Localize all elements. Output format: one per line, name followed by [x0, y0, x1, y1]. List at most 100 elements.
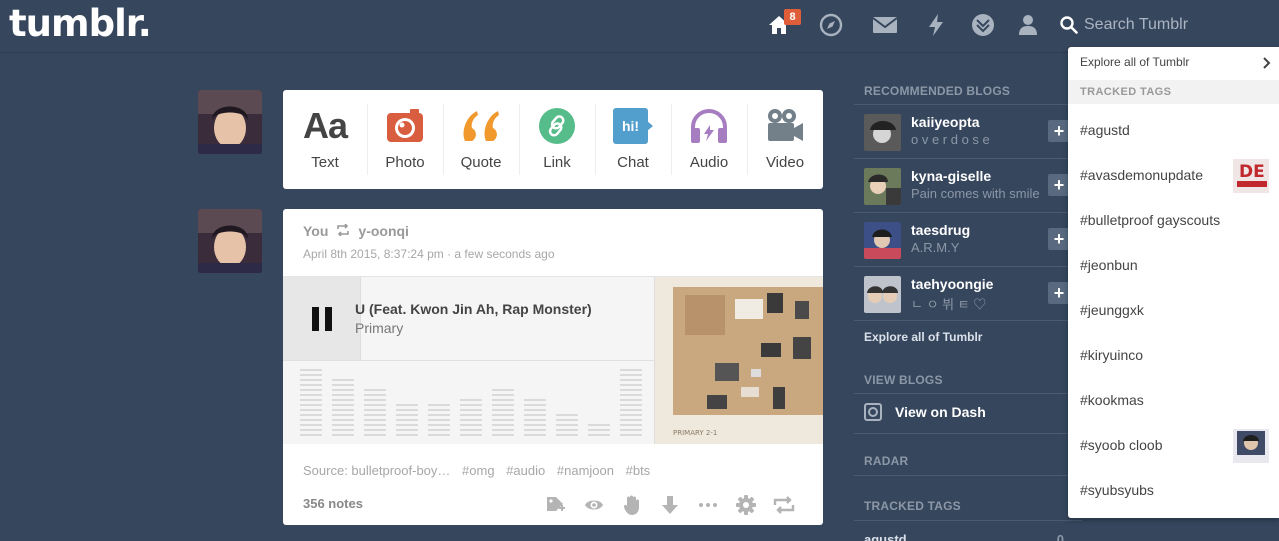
post-photo-button[interactable]: Photo	[367, 90, 443, 189]
dropdown-tag-item[interactable]: #avasdemonupdate DE	[1068, 153, 1279, 198]
dropdown-tag-item[interactable]: #bulletproof gayscouts	[1068, 198, 1279, 243]
eye-icon[interactable]	[575, 494, 613, 516]
follow-plus-button[interactable]: +	[1048, 282, 1070, 304]
search-dropdown: Explore all of Tumblr TRACKED TAGS #agus…	[1068, 47, 1279, 518]
pause-icon	[311, 306, 332, 331]
chevron-right-icon	[1263, 57, 1271, 69]
blog-avatar[interactable]	[864, 276, 901, 313]
post-date: April 8th 2015, 8:37:24 pm · a few secon…	[303, 247, 555, 261]
recommended-blog-item[interactable]: taehyoongie ㄴ ㅇ 뷔 ㅌ ♡ +	[854, 266, 1082, 320]
download-arrow-icon[interactable]	[651, 494, 689, 516]
top-nav: tumblr. 8 Search Tumblr	[0, 0, 1279, 53]
reblog-icon[interactable]	[765, 494, 803, 516]
tag-link[interactable]: #audio	[506, 463, 545, 478]
settings-gear-icon[interactable]	[727, 494, 765, 516]
pause-button[interactable]	[283, 277, 361, 360]
link-icon	[538, 107, 576, 145]
notes-count[interactable]: 356 notes	[303, 496, 363, 511]
recommended-blogs-heading: RECOMMENDED BLOGS	[864, 84, 1011, 98]
view-on-dash-label: View on Dash	[895, 404, 986, 420]
tag-link[interactable]: #bts	[626, 463, 651, 478]
hand-icon[interactable]	[613, 494, 651, 516]
dropdown-explore-link[interactable]: Explore all of Tumblr	[1068, 47, 1279, 80]
dropdown-tag-item[interactable]: #jeunggxk	[1068, 288, 1279, 333]
svg-text:PRIMARY 2-1: PRIMARY 2-1	[673, 429, 717, 437]
album-art: PRIMARY 2-1	[654, 277, 823, 444]
tag-link[interactable]: #namjoon	[557, 463, 614, 478]
blog-avatar[interactable]	[864, 114, 901, 151]
blog-avatar[interactable]	[864, 168, 901, 205]
post-link-button[interactable]: Link	[519, 90, 595, 189]
blog-name[interactable]: kyna-giselle	[911, 168, 991, 184]
post-source-link[interactable]: Source: bulletproof-boy…	[303, 463, 450, 478]
queue-tag-icon[interactable]	[537, 494, 575, 516]
divider	[854, 393, 1082, 394]
dropdown-tag-label: #syoob cloob	[1080, 437, 1163, 453]
view-on-dash-link[interactable]: View on Dash	[864, 403, 986, 421]
post-text-button[interactable]: Aa Text	[283, 90, 367, 189]
divider	[854, 433, 1082, 434]
divider	[854, 520, 1082, 521]
blog-subtitle: o v e r d o s e	[911, 132, 990, 147]
text-icon: Aa	[302, 105, 348, 146]
user-avatar[interactable]	[198, 90, 262, 154]
svg-text:DE: DE	[1239, 162, 1265, 182]
dropdown-tag-item[interactable]: #kookmas	[1068, 378, 1279, 423]
reblogged-from[interactable]: y-oonqi	[358, 223, 409, 239]
explore-compass-icon[interactable]	[818, 12, 844, 38]
recommended-blog-item[interactable]: taesdrug A.R.M.Y +	[854, 212, 1082, 266]
track-artist: Primary	[355, 320, 404, 336]
post-text-label: Text	[311, 154, 339, 171]
blog-subtitle: ㄴ ㅇ 뷔 ㅌ ♡	[911, 297, 987, 312]
blog-avatar[interactable]	[864, 222, 901, 259]
tag-thumbnail: DE	[1233, 159, 1269, 193]
dropdown-tag-item[interactable]: #syubsyubs	[1068, 468, 1279, 513]
recommended-blog-item[interactable]: kyna-giselle Pain comes with smile +	[854, 158, 1082, 212]
home-icon[interactable]: 8	[766, 9, 801, 38]
quote-icon	[461, 107, 501, 145]
post-audio-label: Audio	[689, 154, 729, 171]
tumblr-logo[interactable]: tumblr.	[9, 2, 152, 45]
blog-name[interactable]: taehyoongie	[911, 276, 993, 292]
post-controls	[537, 494, 803, 516]
post-video-button[interactable]: Video	[747, 90, 823, 189]
post-chat-button[interactable]: hi! Chat	[595, 90, 671, 189]
dropdown-tracked-tags-header: TRACKED TAGS	[1068, 80, 1279, 104]
blog-name[interactable]: kaiiyeopta	[911, 114, 979, 130]
dropdown-tag-item[interactable]: #kiryuinco	[1068, 333, 1279, 378]
post-header: You y-oonqi	[303, 223, 409, 239]
dropdown-tag-item[interactable]: #syoob cloob	[1068, 423, 1279, 468]
track-title: U (Feat. Kwon Jin Ah, Rap Monster)	[355, 301, 592, 317]
more-dots-icon[interactable]	[689, 494, 727, 516]
blog-name[interactable]: taesdrug	[911, 222, 970, 238]
audio-visualizer[interactable]	[283, 360, 654, 444]
search-input[interactable]: Search Tumblr	[1060, 13, 1260, 37]
recommended-blog-item[interactable]: kaiiyeopta o v e r d o s e +	[854, 104, 1082, 158]
tracked-tag-count: 0	[1056, 532, 1064, 541]
tracked-tag-name: agustd	[864, 532, 907, 541]
dropdown-tag-label: #avasdemonupdate	[1080, 167, 1203, 183]
post-video-label: Video	[765, 154, 805, 171]
divider	[854, 475, 1082, 476]
explore-all-link[interactable]: Explore all of Tumblr	[864, 330, 982, 344]
tag-link[interactable]: #omg	[462, 463, 495, 478]
post-author[interactable]: You	[303, 223, 328, 239]
audio-info: U (Feat. Kwon Jin Ah, Rap Monster) Prima…	[283, 277, 654, 444]
dropdown-tag-item[interactable]: #agustd	[1068, 108, 1279, 153]
tracked-tag-item[interactable]: agustd 0	[864, 532, 1064, 541]
post-author-avatar[interactable]	[198, 209, 262, 273]
post-photo-label: Photo	[385, 154, 425, 171]
dashboard-view-icon	[864, 403, 882, 421]
dropdown-tag-item[interactable]: #jeonbun	[1068, 243, 1279, 288]
follow-plus-button[interactable]: +	[1048, 120, 1070, 142]
video-camera-icon	[766, 107, 804, 145]
post-quote-button[interactable]: Quote	[443, 90, 519, 189]
follow-plus-button[interactable]: +	[1048, 174, 1070, 196]
post-audio-button[interactable]: Audio	[671, 90, 747, 189]
chat-icon: hi!	[613, 107, 653, 145]
post-type-bar: Aa Text Photo Quote Link hi! Chat Audio …	[283, 90, 823, 189]
right-sidebar: RECOMMENDED BLOGS kaiiyeopta o v e r d o…	[854, 0, 1082, 541]
post-tags: Source: bulletproof-boy… #omg #audio #na…	[303, 463, 658, 478]
camera-icon	[386, 107, 424, 145]
follow-plus-button[interactable]: +	[1048, 228, 1070, 250]
